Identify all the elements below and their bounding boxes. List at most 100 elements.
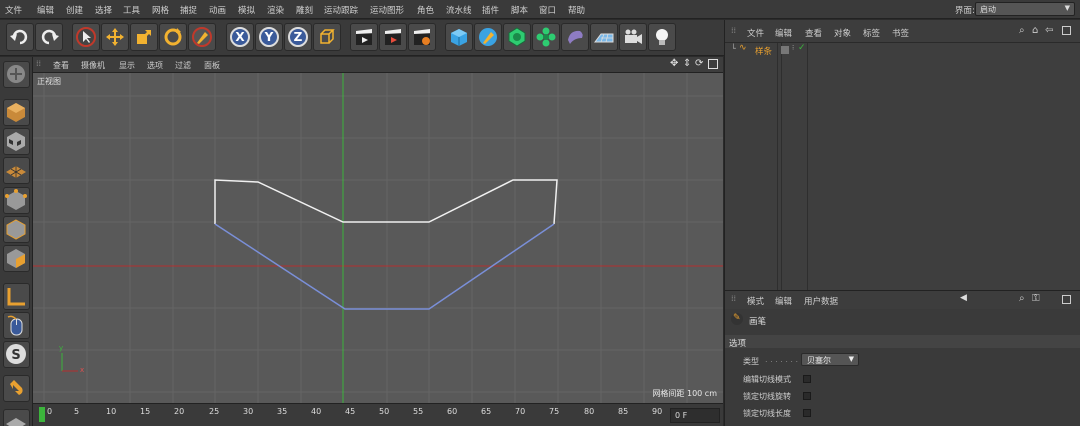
workplane-mode-button[interactable] <box>3 157 30 184</box>
deformer-button[interactable] <box>561 23 589 51</box>
menu-mograph[interactable]: 运动图形 <box>370 4 404 16</box>
cube-object-button[interactable] <box>445 23 473 51</box>
vp-menu-panel[interactable]: 面板 <box>204 60 220 71</box>
menu-plugins[interactable]: 插件 <box>482 4 499 16</box>
menu-help[interactable]: 帮助 <box>568 4 585 16</box>
rotate-tool-button[interactable] <box>159 23 187 51</box>
move-tool-button[interactable] <box>101 23 129 51</box>
lock-tangent-rotation-checkbox[interactable] <box>803 392 811 400</box>
camera-button[interactable] <box>619 23 647 51</box>
drag-handle-icon[interactable]: ⁞⁞ <box>731 26 736 35</box>
menu-render[interactable]: 渲染 <box>267 4 284 16</box>
menu-pipeline[interactable]: 流水线 <box>446 4 472 16</box>
drag-handle-icon[interactable]: ⁞⁞ <box>36 59 41 68</box>
snapping-button[interactable]: S <box>3 341 30 368</box>
vp-menu-camera[interactable]: 摄像机 <box>81 60 105 71</box>
model-mode-button[interactable] <box>3 99 30 126</box>
pen-tool-button[interactable] <box>188 23 216 51</box>
om-menu-objects[interactable]: 对象 <box>834 27 851 39</box>
enabled-checkmark-icon[interactable]: ✓ <box>798 43 806 53</box>
om-menu-tags[interactable]: 标签 <box>863 27 880 39</box>
lock-tangent-length-checkbox[interactable] <box>803 409 811 417</box>
search-icon[interactable]: ⌕ <box>1019 293 1025 304</box>
home-icon[interactable]: ⌂ <box>1032 25 1038 36</box>
live-selection-button[interactable] <box>72 23 100 51</box>
workplane-lock-button[interactable] <box>3 409 30 426</box>
vp-menu-view[interactable]: 查看 <box>53 60 69 71</box>
light-button[interactable] <box>648 23 676 51</box>
back-icon[interactable]: ⇦ <box>1045 25 1053 36</box>
om-menu-bookmarks[interactable]: 书签 <box>892 27 909 39</box>
pan-icon[interactable]: ✥ <box>670 58 678 69</box>
spline-pen-button[interactable] <box>474 23 502 51</box>
object-row-spline[interactable]: └ ∿ 样条 ⁝ ✓ <box>725 43 1080 290</box>
coordinate-system-button[interactable] <box>313 23 341 51</box>
vp-menu-display[interactable]: 显示 <box>119 60 135 71</box>
magnet-button[interactable] <box>3 375 30 402</box>
menu-mesh[interactable]: 网格 <box>152 4 169 16</box>
texture-mode-button[interactable] <box>3 128 30 155</box>
world-coords-icon <box>320 29 335 44</box>
make-editable-button[interactable] <box>3 61 30 88</box>
x-axis-lock-button[interactable]: X <box>226 23 254 51</box>
edges-mode-button[interactable] <box>3 216 30 243</box>
type-dropdown[interactable]: 贝塞尔 ▼ <box>801 353 859 366</box>
redo-button[interactable] <box>35 23 63 51</box>
render-settings-button[interactable] <box>408 23 436 51</box>
y-axis-lock-button[interactable]: Y <box>255 23 283 51</box>
current-frame-field[interactable]: 0 F <box>670 408 720 423</box>
layout-select[interactable]: 启动 ▼ <box>975 2 1075 16</box>
object-list[interactable]: └ ∿ 样条 ⁝ ✓ <box>725 43 1080 290</box>
menu-snap[interactable]: 捕捉 <box>180 4 197 16</box>
menu-tools[interactable]: 工具 <box>123 4 140 16</box>
playhead[interactable] <box>39 407 45 422</box>
om-menu-edit[interactable]: 编辑 <box>775 27 792 39</box>
drag-handle-icon[interactable]: ⁞⁞ <box>731 294 736 303</box>
menu-character[interactable]: 角色 <box>417 4 434 16</box>
render-picture-viewer-button[interactable] <box>379 23 407 51</box>
am-menu-mode[interactable]: 模式 <box>747 295 764 307</box>
tweak-mode-button[interactable] <box>3 312 30 339</box>
zoom-icon[interactable]: ⇕ <box>683 58 691 69</box>
timeline[interactable]: 0 5 10 15 20 25 30 35 40 45 50 55 60 65 … <box>33 403 723 426</box>
front-viewport[interactable]: 正视图 y x 网格间距 100 cm <box>33 73 723 403</box>
maximize-panel-icon[interactable] <box>1062 26 1071 35</box>
menu-create[interactable]: 创建 <box>66 4 83 16</box>
render-view-button[interactable] <box>350 23 378 51</box>
floor-object-button[interactable] <box>590 23 618 51</box>
am-menu-edit[interactable]: 编辑 <box>775 295 792 307</box>
orbit-icon[interactable]: ⟳ <box>695 58 703 69</box>
maximize-panel-icon[interactable] <box>1062 295 1071 304</box>
back-arrow-icon[interactable]: ◀ <box>960 293 967 303</box>
vp-menu-filter[interactable]: 过滤 <box>175 60 191 71</box>
subdivision-surface-button[interactable] <box>503 23 531 51</box>
om-menu-file[interactable]: 文件 <box>747 27 764 39</box>
om-menu-view[interactable]: 查看 <box>805 27 822 39</box>
menu-script[interactable]: 脚本 <box>511 4 528 16</box>
visibility-dots-icon[interactable]: ⁝ <box>792 44 794 52</box>
polygons-mode-button[interactable] <box>3 245 30 272</box>
edit-tangent-mode-checkbox[interactable] <box>803 375 811 383</box>
vp-menu-options[interactable]: 选项 <box>147 60 163 71</box>
undo-button[interactable] <box>6 23 34 51</box>
cloner-button[interactable] <box>532 23 560 51</box>
menu-window[interactable]: 窗口 <box>539 4 556 16</box>
z-axis-lock-button[interactable]: Z <box>284 23 312 51</box>
section-header[interactable]: 选项 <box>725 335 1080 349</box>
am-menu-userdata[interactable]: 用户数据 <box>804 295 838 307</box>
menu-motion-tracking[interactable]: 运动跟踪 <box>324 4 358 16</box>
menu-animate[interactable]: 动画 <box>209 4 226 16</box>
object-name[interactable]: 样条 <box>755 45 772 57</box>
menu-sculpt[interactable]: 雕刻 <box>296 4 313 16</box>
menu-simulate[interactable]: 模拟 <box>238 4 255 16</box>
search-icon[interactable]: ⌕ <box>1019 25 1025 36</box>
axis-mode-button[interactable] <box>3 283 30 310</box>
points-mode-button[interactable] <box>3 187 30 214</box>
maximize-view-icon[interactable] <box>708 59 718 69</box>
menu-edit[interactable]: 编辑 <box>37 4 54 16</box>
scale-tool-button[interactable] <box>130 23 158 51</box>
layer-swatch[interactable] <box>781 46 789 54</box>
menu-select[interactable]: 选择 <box>95 4 112 16</box>
lock-icon[interactable]: ⚿ <box>1032 293 1040 304</box>
menu-file[interactable]: 文件 <box>5 4 22 16</box>
